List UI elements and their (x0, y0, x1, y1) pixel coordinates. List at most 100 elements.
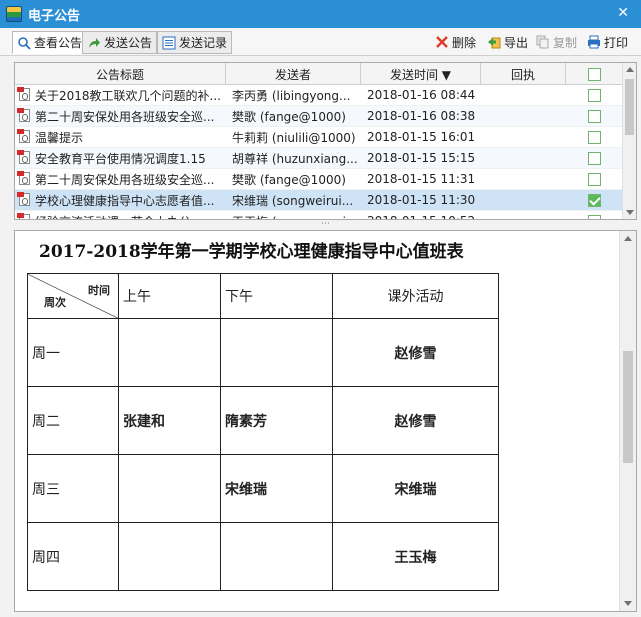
announcement-mail-icon (17, 150, 33, 166)
row-checkbox[interactable] (588, 214, 601, 219)
row-check-cell (566, 85, 623, 106)
table-row[interactable]: 经验交流活动课一节会上办公...王玉梅 (wangyumei...2018-01… (15, 211, 623, 220)
list-header: 公告标题 发送者 发送时间 ▼ 回执 (15, 63, 623, 85)
select-all-checkbox[interactable] (587, 67, 601, 81)
row-checkbox[interactable] (588, 151, 601, 165)
row-receipt (481, 85, 566, 106)
row-time: 2018-01-16 08:38 (367, 109, 476, 123)
table-row[interactable]: 安全教育平台使用情况调度1.15 胡尊祥 (huzunxiang... 2018-0… (15, 148, 623, 169)
row-time: 2018-01-15 11:30 (367, 193, 476, 207)
row-title: 学校心理健康指导中心志愿者值... (15, 190, 226, 211)
row-title: 关于2018教工联欢几个问题的补... (15, 85, 226, 106)
document-title: 2017-2018学年第一学期学校心理健康指导中心值班表 (39, 242, 464, 262)
duty-activity: 王玉梅 (332, 522, 499, 591)
print-button[interactable]: 打印 (586, 33, 628, 51)
scroll-thumb[interactable] (625, 79, 634, 135)
duty-day: 周四 (27, 522, 119, 591)
corner-col-label: 时间 (88, 284, 110, 297)
row-checkbox[interactable] (588, 109, 601, 123)
duty-activity: 赵修雪 (332, 386, 499, 455)
announcement-window: 电子公告 ✕ 查看公告 发送公告 发送记录 删除 导出 复制 打印 公告标题 发… (0, 0, 641, 617)
tab-send-records[interactable]: 发送记录 (157, 31, 233, 54)
delete-button[interactable]: 删除 (434, 33, 476, 51)
content-scrollbar[interactable] (619, 231, 636, 611)
send-arrow-icon (86, 35, 102, 51)
row-title: 第二十周安保处用各班级安全巡... (15, 169, 226, 190)
scroll-thumb[interactable] (623, 351, 633, 463)
row-time: 2018-01-15 16:01 (367, 130, 476, 144)
row-receipt (481, 169, 566, 190)
row-receipt (481, 127, 566, 148)
row-check-cell (566, 127, 623, 148)
table-row[interactable]: 第二十周安保处用各班级安全巡... 樊歌 (fange@1000) 2018-01-… (15, 106, 623, 127)
duty-morning (118, 522, 221, 591)
toolbar: 查看公告 发送公告 发送记录 删除 导出 复制 打印 (0, 28, 641, 56)
duty-row: 周二 张建和 隋素芳 赵修雪 (27, 386, 499, 455)
row-time: 2018-01-15 11:31 (367, 172, 476, 186)
row-title: 经验交流活动课一节会上办公... (15, 211, 226, 219)
export-button[interactable]: 导出 (486, 33, 528, 51)
announcement-mail-icon (17, 87, 33, 103)
tab-send-announcement[interactable]: 发送公告 (82, 31, 158, 54)
row-check-cell (566, 169, 623, 190)
scroll-down-icon[interactable] (626, 210, 634, 215)
row-checkbox[interactable] (588, 88, 601, 102)
duty-row: 周四 王玉梅 (27, 522, 499, 591)
duty-day: 周二 (27, 386, 119, 455)
announcement-mail-icon (17, 213, 33, 219)
duty-row: 周三 宋维瑞 宋维瑞 (27, 454, 499, 523)
row-title: 第二十周安保处用各班级安全巡... (15, 106, 226, 127)
row-checkbox[interactable] (588, 130, 601, 144)
row-sender: 樊歌 (fange@1000) (232, 109, 346, 124)
pane-splitter[interactable]: ⋯ (14, 220, 637, 229)
column-header-select-all[interactable] (566, 63, 623, 85)
row-sender: 牛莉莉 (niulili@1000) (232, 130, 356, 145)
duty-afternoon: 宋维瑞 (220, 454, 333, 523)
announcement-mail-icon (17, 171, 33, 187)
duty-afternoon: 隋素芳 (220, 386, 333, 455)
header-afternoon: 下午 (220, 273, 333, 319)
title-bar: 电子公告 ✕ (0, 0, 641, 28)
list-scrollbar[interactable] (622, 63, 636, 219)
row-check-cell (566, 211, 623, 219)
search-icon (16, 35, 32, 51)
tab-view-announcements[interactable]: 查看公告 (12, 31, 88, 54)
app-logo-icon (6, 6, 22, 22)
duty-activity: 宋维瑞 (332, 454, 499, 523)
announcement-mail-icon (17, 108, 33, 124)
row-checkbox[interactable] (588, 193, 601, 207)
row-title: 温馨提示 (15, 127, 226, 148)
column-header-receipt[interactable]: 回执 (481, 63, 566, 85)
row-sender: 李丙勇 (libingyong... (232, 88, 351, 103)
row-time: 2018-01-16 08:44 (367, 88, 476, 102)
close-button[interactable]: ✕ (617, 5, 629, 21)
duty-morning: 张建和 (118, 386, 221, 455)
column-header-time[interactable]: 发送时间 ▼ (361, 63, 481, 85)
row-receipt (481, 190, 566, 211)
announcement-content: 2017-2018学年第一学期学校心理健康指导中心值班表 周次 时间 上午 下午… (14, 230, 637, 612)
announcement-list: 公告标题 发送者 发送时间 ▼ 回执 关于2018教工联欢几个问题的补... 李丙… (14, 62, 637, 220)
export-icon (486, 34, 502, 50)
header-activity: 课外活动 (332, 273, 499, 319)
table-row[interactable]: 温馨提示 牛莉莉 (niulili@1000) 2018-01-15 16:01 (15, 127, 623, 148)
scroll-up-icon[interactable] (626, 67, 634, 72)
header-morning: 上午 (118, 273, 221, 319)
table-row[interactable]: 第二十周安保处用各班级安全巡... 樊歌 (fange@1000) 2018-01-… (15, 169, 623, 190)
duty-morning (118, 318, 221, 387)
duty-row: 周一 赵修雪 (27, 318, 499, 387)
row-sender: 王玉梅 (wangyumei... (226, 211, 361, 220)
row-time: 2018-01-15 15:15 (367, 151, 476, 165)
row-receipt (481, 106, 566, 127)
scroll-up-icon[interactable] (624, 236, 632, 241)
scroll-down-icon[interactable] (624, 601, 632, 606)
table-row[interactable]: 关于2018教工联欢几个问题的补... 李丙勇 (libingyong... 201… (15, 85, 623, 106)
announcement-mail-icon (17, 129, 33, 145)
copy-button[interactable]: 复制 (535, 33, 577, 51)
row-check-cell (566, 148, 623, 169)
row-checkbox[interactable] (588, 172, 601, 186)
announcement-mail-icon (17, 192, 33, 208)
column-header-sender[interactable]: 发送者 (226, 63, 361, 85)
row-receipt (481, 211, 566, 220)
column-header-title[interactable]: 公告标题 (15, 63, 226, 85)
table-row[interactable]: 学校心理健康指导中心志愿者值... 宋维瑞 (songweirui... 2018-… (15, 190, 623, 211)
